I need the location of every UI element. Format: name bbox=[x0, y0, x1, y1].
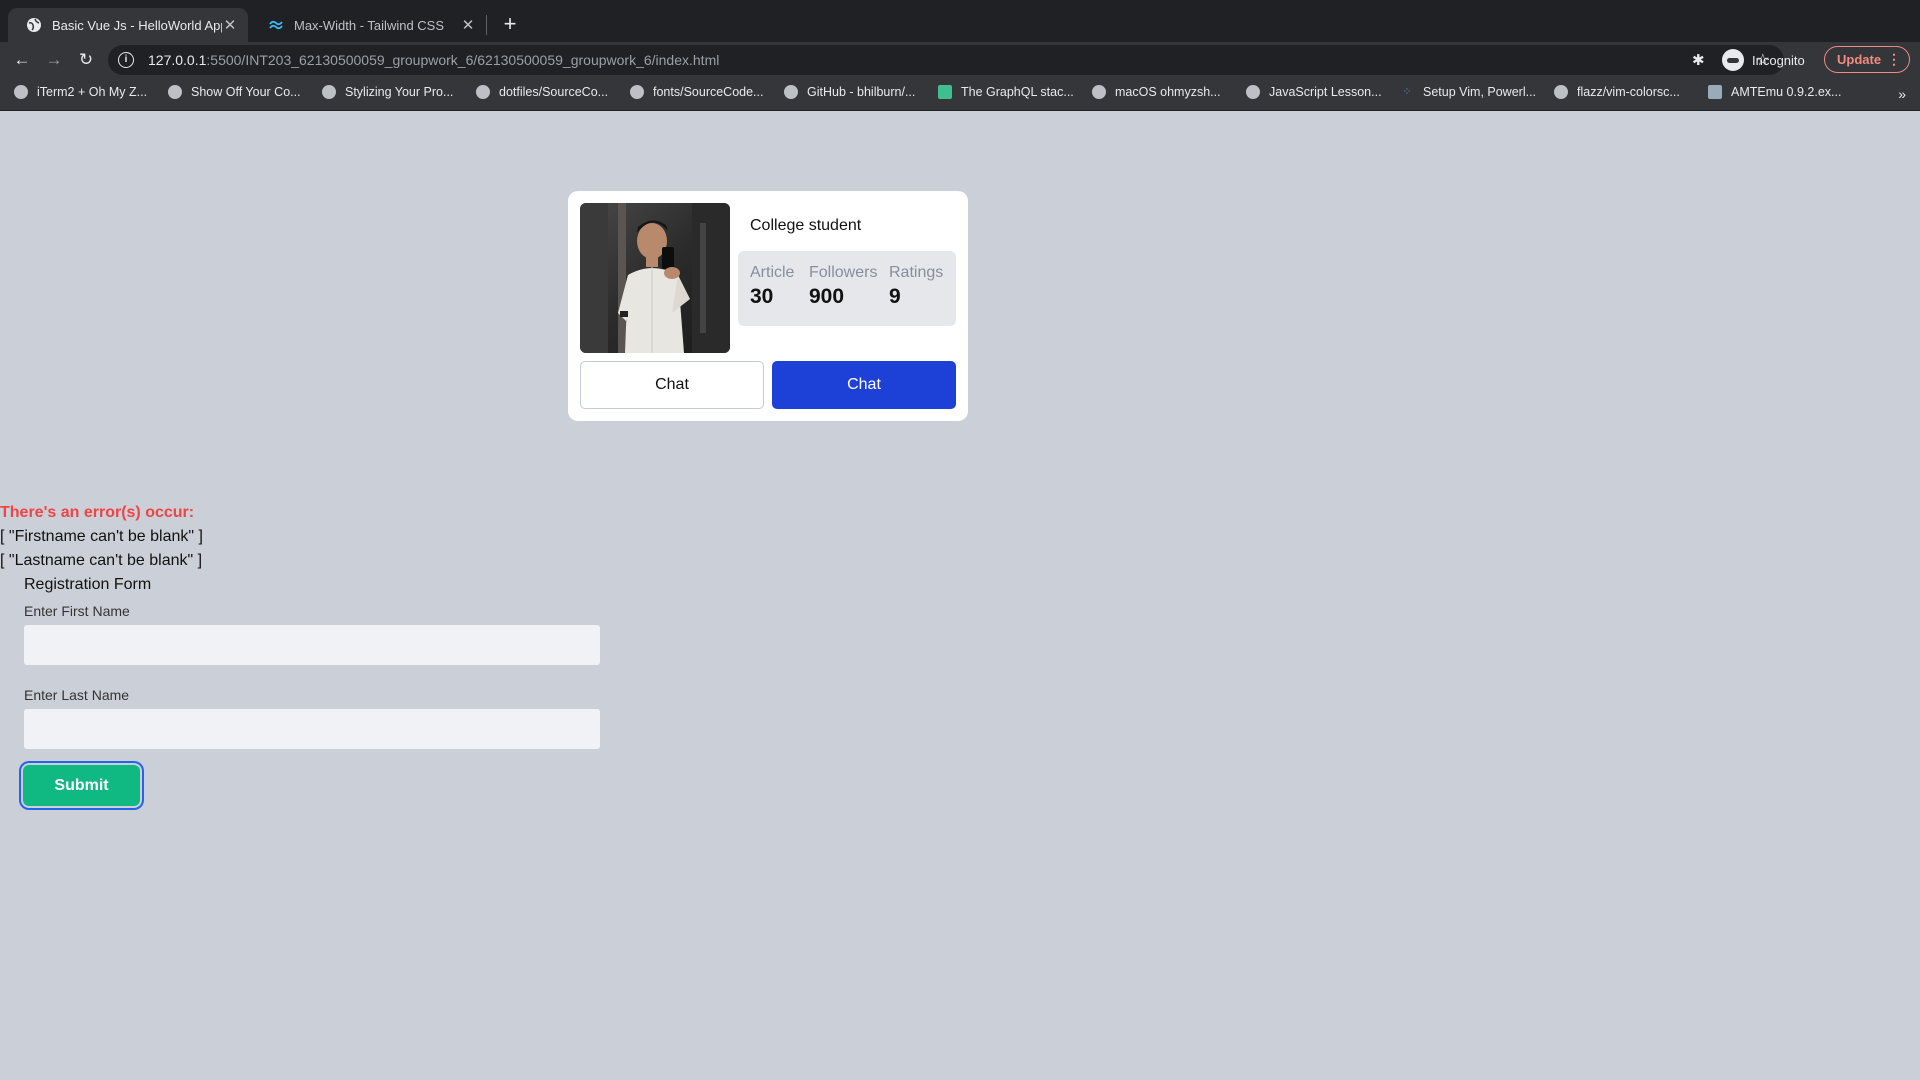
bookmark-item[interactable]: The GraphQL stac... bbox=[938, 85, 1074, 99]
incognito-indicator[interactable]: Incognito bbox=[1722, 47, 1805, 73]
close-tab-icon[interactable]: ✕ bbox=[222, 16, 238, 34]
stat-value: 9 bbox=[889, 285, 901, 308]
browser-toolbar: ← → ↻ i 127.0.0.1:5500/INT203_6213050005… bbox=[0, 42, 1920, 78]
stat-ratings: Ratings 9 bbox=[889, 264, 943, 309]
github-icon bbox=[1554, 85, 1568, 99]
stat-followers: Followers 900 bbox=[809, 264, 877, 309]
bookmark-item[interactable]: macOS ohmyzsh... bbox=[1092, 85, 1221, 99]
form-title: Registration Form bbox=[24, 576, 152, 593]
chat-primary-button[interactable]: Chat bbox=[772, 361, 956, 409]
stat-article: Article 30 bbox=[750, 264, 794, 309]
reload-icon[interactable]: ↻ bbox=[74, 48, 98, 72]
profile-role: College student bbox=[750, 217, 862, 234]
first-name-input[interactable] bbox=[24, 625, 600, 665]
github-icon bbox=[14, 85, 28, 99]
stat-label: Article bbox=[750, 264, 795, 281]
error-title: There's an error(s) occur: bbox=[0, 504, 195, 521]
address-bar[interactable]: i 127.0.0.1:5500/INT203_62130500059_grou… bbox=[108, 45, 1784, 75]
github-icon bbox=[168, 85, 182, 99]
bookmark-item[interactable]: Stylizing Your Pro... bbox=[322, 85, 453, 99]
stat-value: 30 bbox=[750, 285, 774, 308]
stat-value: 900 bbox=[809, 285, 845, 308]
globe-icon bbox=[26, 17, 42, 33]
github-icon bbox=[322, 85, 336, 99]
tab-title: Max-Width - Tailwind CSS bbox=[294, 17, 445, 33]
chevron-double-right-icon[interactable]: » bbox=[1898, 86, 1906, 102]
tab-separator bbox=[486, 15, 487, 35]
tab-tailwind[interactable]: Max-Width - Tailwind CSS ✕ bbox=[250, 8, 486, 42]
image-icon bbox=[1708, 85, 1722, 99]
close-tab-icon[interactable]: ✕ bbox=[460, 16, 476, 34]
first-name-label: Enter First Name bbox=[24, 603, 130, 619]
profile-card: College student Article 30 Followers 900… bbox=[568, 191, 968, 421]
github-icon bbox=[784, 85, 798, 99]
forward-arrow-icon[interactable]: → bbox=[42, 48, 66, 72]
update-label: Update bbox=[1837, 52, 1882, 67]
tab-basic-vue[interactable]: Basic Vue Js - HelloWorld App ✕ bbox=[8, 8, 248, 42]
error-message: [ "Lastname can't be blank" ] bbox=[0, 552, 203, 569]
bookmark-item[interactable]: JavaScript Lesson... bbox=[1246, 85, 1382, 99]
github-icon bbox=[630, 85, 644, 99]
bookmark-item[interactable]: Show Off Your Co... bbox=[168, 85, 301, 99]
bookmark-item[interactable]: dotfiles/SourceCo... bbox=[476, 85, 608, 99]
profile-photo bbox=[580, 203, 730, 353]
bookmark-item[interactable]: GitHub - bhilburn/... bbox=[784, 85, 915, 99]
last-name-input[interactable] bbox=[24, 709, 600, 749]
more-menu-icon: ⋮ bbox=[1887, 51, 1901, 67]
incognito-icon bbox=[1722, 49, 1744, 71]
extensions-puzzle-icon[interactable]: ✱ bbox=[1692, 51, 1705, 69]
bookmarks-bar: iTerm2 + Oh My Z... Show Off Your Co... … bbox=[0, 78, 1920, 111]
error-message: [ "Firstname can't be blank" ] bbox=[0, 528, 203, 545]
github-icon bbox=[476, 85, 490, 99]
incognito-label: Incognito bbox=[1752, 52, 1805, 68]
bookmark-item[interactable]: AMTEmu 0.9.2.ex... bbox=[1708, 85, 1841, 99]
bookmark-item[interactable]: fonts/SourceCode... bbox=[630, 85, 763, 99]
last-name-label: Enter Last Name bbox=[24, 687, 130, 703]
url-text: 127.0.0.1:5500/INT203_62130500059_groupw… bbox=[148, 52, 720, 68]
tailwind-icon bbox=[268, 17, 284, 33]
profile-stats: Article 30 Followers 900 Ratings 9 bbox=[738, 251, 956, 326]
submit-button[interactable]: Submit bbox=[23, 765, 140, 806]
bookmark-item[interactable]: flazz/vim-colorsc... bbox=[1554, 85, 1680, 99]
globe-icon bbox=[1092, 85, 1106, 99]
graphql-icon bbox=[938, 85, 952, 99]
chat-outline-button[interactable]: Chat bbox=[580, 361, 764, 409]
update-button[interactable]: Update ⋮ bbox=[1824, 46, 1910, 73]
stat-label: Ratings bbox=[889, 264, 944, 281]
tab-strip: Basic Vue Js - HelloWorld App ✕ Max-Widt… bbox=[0, 0, 1920, 42]
bookmark-item[interactable]: iTerm2 + Oh My Z... bbox=[14, 85, 147, 99]
stat-label: Followers bbox=[809, 264, 878, 281]
globe-icon bbox=[1246, 85, 1260, 99]
new-tab-button[interactable]: + bbox=[498, 10, 522, 38]
back-arrow-icon[interactable]: ← bbox=[10, 48, 34, 72]
dots-icon: ⁘ bbox=[1402, 86, 1412, 98]
tab-title: Basic Vue Js - HelloWorld App bbox=[52, 17, 222, 33]
info-icon[interactable]: i bbox=[118, 52, 134, 68]
bookmark-item[interactable]: ⁘ Setup Vim, Powerl... bbox=[1400, 85, 1536, 99]
